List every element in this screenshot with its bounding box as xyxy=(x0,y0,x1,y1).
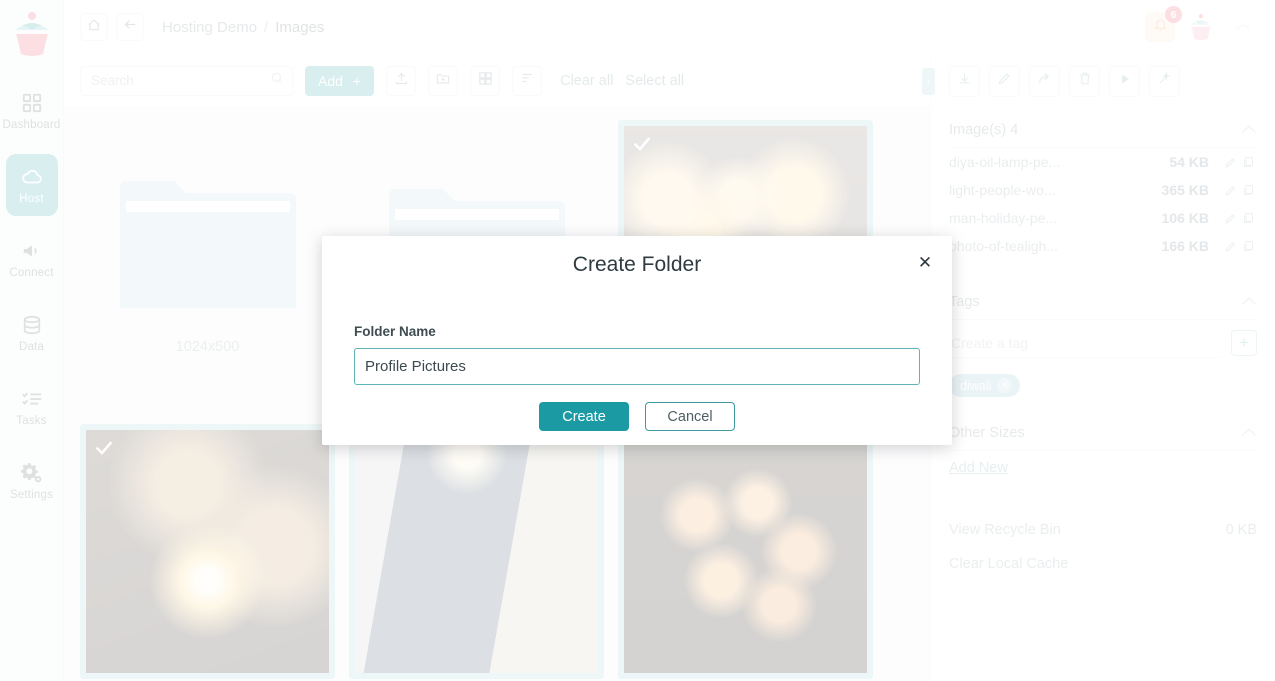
folder-name-input[interactable] xyxy=(354,348,920,385)
create-button[interactable]: Create xyxy=(539,402,629,431)
app-root: Dashboard Host Connect Data Tasks Settin… xyxy=(0,0,1275,681)
cancel-button[interactable]: Cancel xyxy=(645,402,735,431)
dialog-actions: Create Cancel xyxy=(354,402,920,431)
dialog-title: Create Folder xyxy=(572,253,702,276)
modal-overlay: Create Folder ✕ Folder Name Create Cance… xyxy=(0,0,1275,681)
dialog-body: Folder Name Create Cancel xyxy=(338,324,936,431)
folder-name-label: Folder Name xyxy=(354,324,436,339)
create-folder-dialog: Create Folder ✕ Folder Name Create Cance… xyxy=(322,236,952,445)
close-icon[interactable]: ✕ xyxy=(914,252,936,274)
